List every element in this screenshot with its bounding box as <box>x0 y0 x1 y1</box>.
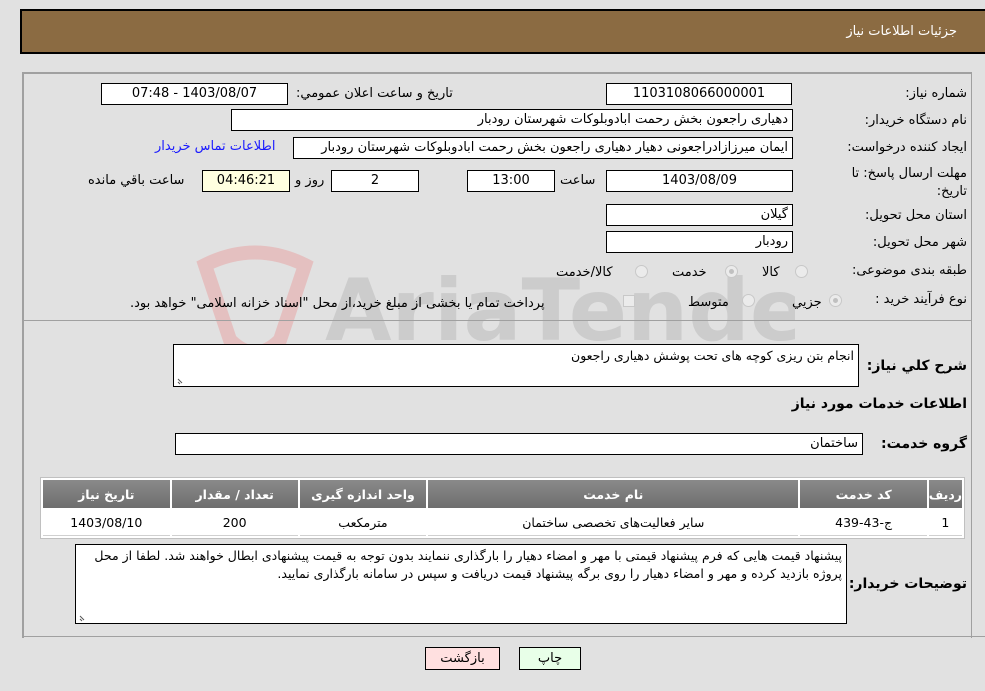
time-remaining-label: ساعت باقي مانده <box>88 173 185 188</box>
purchase-type-label: نوع فرآیند خرید : <box>875 292 967 307</box>
resize-grip-icon[interactable] <box>176 375 186 385</box>
deadline-label: مهلت ارسال پاسخ: تا تاریخ: <box>851 166 967 199</box>
buyer-notes-label: توضيحات خريدار: <box>848 576 967 592</box>
cell-service-name: سایر فعالیت‌های تخصصی ساختمان <box>428 510 799 536</box>
service-group-label: گروه خدمت: <box>881 436 967 452</box>
column-header-unit: واحد اندازه گيری <box>299 480 427 508</box>
category-option-goods: کالا <box>762 265 780 280</box>
days-remaining-field[interactable]: 2 <box>331 170 419 192</box>
purchase-option-medium: متوسط <box>688 295 729 310</box>
requester-field[interactable]: ایمان میرزازادراجعونی دهیار دهیاری راجعو… <box>293 137 793 159</box>
column-header-service-name: نام خدمت <box>428 480 799 508</box>
category-radio-goods-service[interactable] <box>635 265 648 278</box>
back-button[interactable]: بازگشت <box>425 647 500 670</box>
buyer-notes-textarea[interactable]: پیشنهاد قیمت هایی که فرم پیشنهاد قیمتی ب… <box>75 544 847 624</box>
services-table: رديف کد خدمت نام خدمت واحد اندازه گيری ت… <box>40 477 965 539</box>
buyer-notes-text: پیشنهاد قیمت هایی که فرم پیشنهاد قیمتی ب… <box>94 548 842 581</box>
cell-row-number: 1 <box>928 510 962 536</box>
purchase-option-minor: جزيي <box>792 295 822 310</box>
service-group-field[interactable]: ساختمان <box>175 433 863 455</box>
page-title: جزئیات اطلاعات نیاز <box>846 24 957 39</box>
requester-label: ایجاد کننده درخواست: <box>847 140 967 155</box>
time-remaining-field: 04:46:21 <box>202 170 290 192</box>
announce-datetime-field[interactable]: 1403/08/07 - 07:48 <box>101 83 288 105</box>
cell-need-date: 1403/08/10 <box>43 510 170 536</box>
days-label: روز و <box>295 173 325 188</box>
category-label: طبقه بندی موضوعی: <box>851 263 967 278</box>
table-row: 1 ج-43-439 سایر فعالیت‌های تخصصی ساختمان… <box>43 510 962 536</box>
category-option-service: خدمت <box>672 265 707 280</box>
deadline-time-field[interactable]: 13:00 <box>467 170 555 192</box>
city-label: شهر محل تحویل: <box>872 235 967 250</box>
page-header: جزئیات اطلاعات نیاز <box>20 9 985 54</box>
column-header-row-number: رديف <box>928 480 962 508</box>
category-option-goods-service: کالا/خدمت <box>556 265 613 280</box>
deadline-date-field[interactable]: 1403/08/09 <box>606 170 793 192</box>
column-header-need-date: تاريخ نياز <box>43 480 170 508</box>
column-header-service-code: کد خدمت <box>800 480 927 508</box>
category-radio-service[interactable] <box>725 265 738 278</box>
cell-service-code: ج-43-439 <box>800 510 927 536</box>
column-header-quantity: تعداد / مقدار <box>171 480 298 508</box>
purchase-radio-medium[interactable] <box>742 294 755 307</box>
section-divider <box>24 320 972 321</box>
province-field[interactable]: گيلان <box>606 204 793 226</box>
print-button[interactable]: چاپ <box>519 647 581 670</box>
buyer-org-field[interactable]: دهیاری راجعون بخش رحمت ابادوبلوکات شهرست… <box>231 109 793 131</box>
city-field[interactable]: رودبار <box>606 231 793 253</box>
resize-grip-icon[interactable] <box>78 612 88 622</box>
treasury-checkbox-label: پرداخت تمام یا بخشی از مبلغ خرید،از محل … <box>130 296 545 311</box>
deadline-time-label: ساعت <box>560 173 596 188</box>
cell-unit: مترمكعب <box>299 510 427 536</box>
treasury-checkbox[interactable] <box>623 295 635 307</box>
description-text: انجام بتن ریزی کوچه های تحت پوشش دهیاری … <box>571 348 854 363</box>
purchase-radio-minor[interactable] <box>829 294 842 307</box>
footer-divider <box>22 636 985 637</box>
description-textarea[interactable]: انجام بتن ریزی کوچه های تحت پوشش دهیاری … <box>173 344 859 387</box>
buyer-contact-link[interactable]: اطلاعات تماس خريدار <box>155 139 275 154</box>
category-radio-goods[interactable] <box>795 265 808 278</box>
need-number-label: شماره نیاز: <box>905 86 967 101</box>
services-section-title: اطلاعات خدمات مورد نياز <box>791 396 967 412</box>
description-label: شرح کلي نياز: <box>866 358 967 374</box>
province-label: استان محل تحویل: <box>865 208 967 223</box>
announce-datetime-label: تاریخ و ساعت اعلان عمومي: <box>296 86 453 101</box>
cell-quantity: 200 <box>171 510 298 536</box>
buyer-org-label: نام دستگاه خريدار: <box>864 113 967 128</box>
need-number-field[interactable]: 1103108066000001 <box>606 83 792 105</box>
table-header-row: رديف کد خدمت نام خدمت واحد اندازه گيری ت… <box>43 480 962 508</box>
